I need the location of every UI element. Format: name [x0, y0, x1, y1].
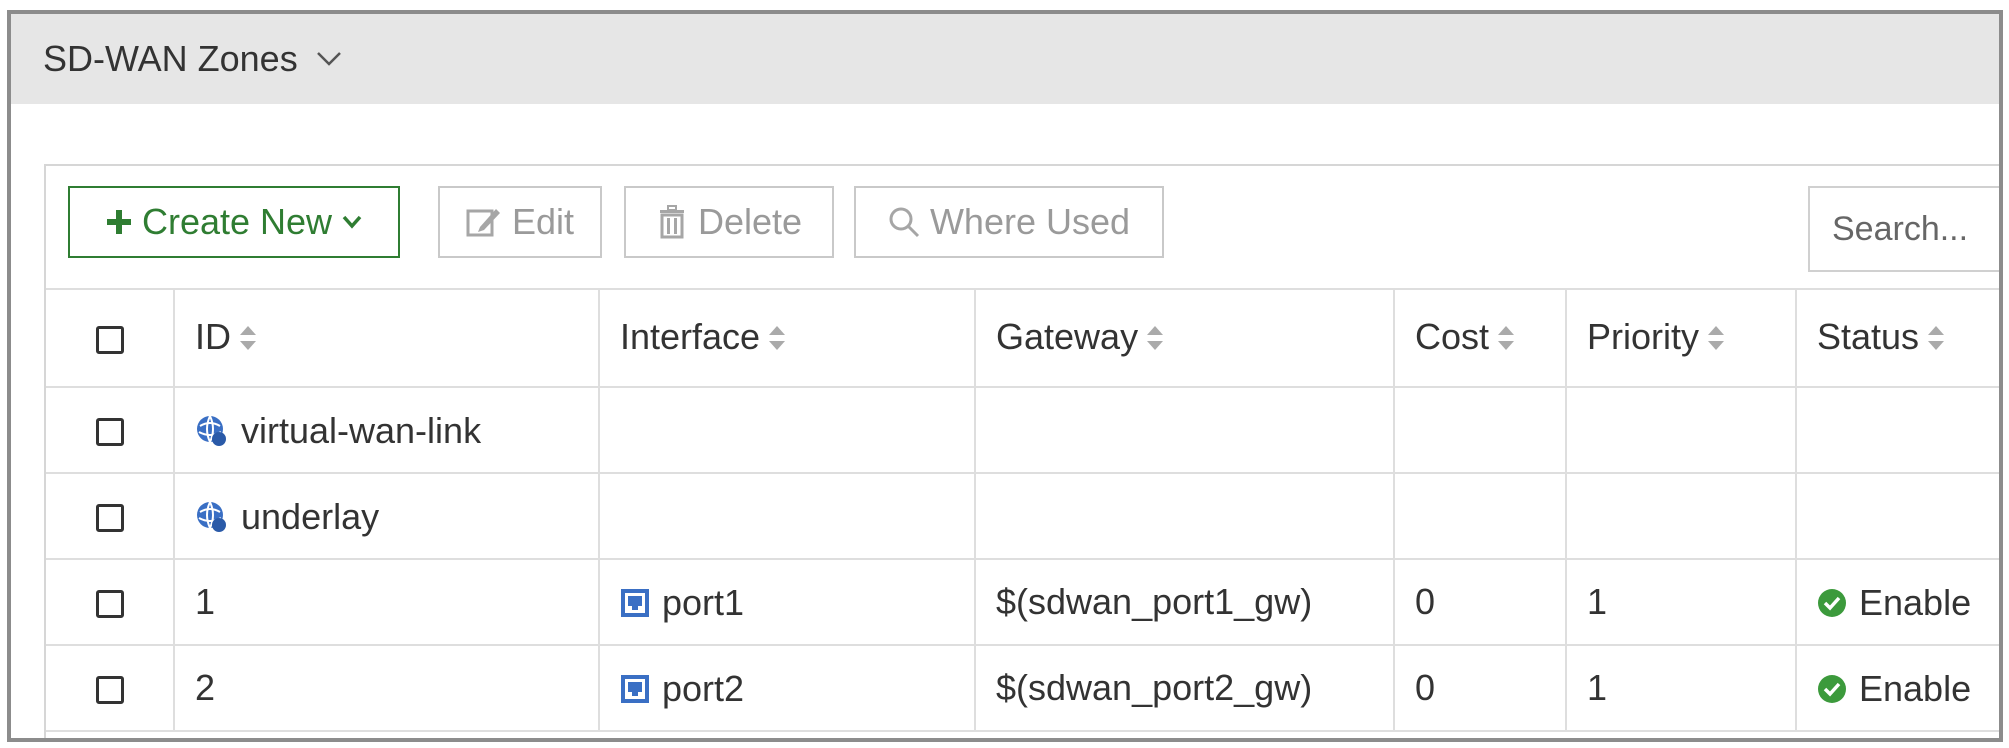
chevron-down-icon — [342, 215, 362, 229]
search-input[interactable]: Search... — [1808, 186, 1999, 272]
edit-label: Edit — [511, 201, 575, 242]
column-label: ID — [195, 315, 231, 357]
chevron-down-icon[interactable] — [316, 51, 342, 67]
cost-cell — [1393, 386, 1567, 474]
table-row[interactable]: underlay — [46, 472, 1999, 560]
priority-cell: 1 — [1565, 644, 1797, 732]
status-text: Enable — [1859, 668, 1972, 710]
zones-panel: Create New Edit Delete Where Used Search… — [44, 164, 1999, 738]
column-header-priority[interactable]: Priority — [1565, 288, 1797, 388]
column-label: Priority — [1587, 315, 1700, 357]
table-row[interactable]: 2 port2 $(sdwan_port2_gw) 0 1 Enable — [46, 644, 1999, 732]
gateway-cell: $(sdwan_port2_gw) — [974, 644, 1395, 732]
sort-icon[interactable] — [1707, 318, 1725, 360]
column-header-status[interactable]: Status — [1795, 288, 1999, 388]
row-checkbox[interactable] — [95, 676, 124, 705]
gateway-cell — [974, 386, 1395, 474]
sort-icon[interactable] — [1927, 318, 1945, 360]
status-cell — [1795, 472, 1999, 560]
select-all-checkbox[interactable] — [95, 326, 124, 355]
create-new-label: Create New — [141, 201, 333, 242]
section-title: SD-WAN Zones — [43, 38, 298, 79]
sdwan-zones-window: SD-WAN Zones Create New Edit Delete Wher… — [7, 10, 2003, 742]
sort-icon[interactable] — [768, 318, 786, 360]
interface-cell — [598, 386, 976, 474]
column-label: Status — [1817, 315, 1920, 357]
check-circle-icon — [1818, 589, 1846, 618]
column-label: Interface — [620, 315, 761, 357]
row-select-cell[interactable] — [46, 644, 175, 732]
column-header-cost[interactable]: Cost — [1393, 288, 1567, 388]
sort-icon[interactable] — [239, 318, 257, 360]
interface-cell — [598, 472, 976, 560]
search-icon — [889, 207, 920, 238]
row-checkbox[interactable] — [95, 590, 124, 619]
column-label: Cost — [1415, 315, 1490, 357]
edit-icon — [466, 209, 500, 237]
cost-cell: 0 — [1393, 558, 1567, 646]
where-used-label: Where Used — [929, 201, 1131, 242]
create-new-button[interactable]: Create New — [68, 186, 400, 258]
priority-cell — [1565, 386, 1797, 474]
check-circle-icon — [1818, 675, 1846, 704]
row-select-cell[interactable] — [46, 472, 175, 560]
trash-icon — [659, 205, 684, 239]
sort-icon[interactable] — [1497, 318, 1515, 360]
row-checkbox[interactable] — [95, 418, 124, 447]
interface-text: port1 — [662, 582, 745, 624]
search-placeholder: Search... — [1832, 209, 1969, 248]
delete-button[interactable]: Delete — [624, 186, 834, 258]
table-header-row: ID Interface Gateway Cost Priority Statu… — [46, 288, 1999, 388]
zones-table: ID Interface Gateway Cost Priority Statu… — [46, 288, 1999, 732]
status-text: Enable — [1859, 582, 1972, 624]
cost-cell — [1393, 472, 1567, 560]
id-cell: 1 — [173, 558, 600, 646]
column-header-gateway[interactable]: Gateway — [974, 288, 1395, 388]
zone-icon — [197, 415, 226, 447]
row-select-cell[interactable] — [46, 558, 175, 646]
table-row[interactable]: virtual-wan-link — [46, 386, 1999, 474]
column-label: Gateway — [996, 315, 1139, 357]
column-header-id[interactable]: ID — [173, 288, 600, 388]
id-text: underlay — [241, 496, 380, 538]
select-all-cell[interactable] — [46, 288, 175, 388]
id-text: virtual-wan-link — [241, 410, 482, 452]
delete-label: Delete — [697, 201, 803, 242]
id-cell: underlay — [173, 472, 600, 560]
status-cell: Enable — [1795, 558, 1999, 646]
priority-cell: 1 — [1565, 558, 1797, 646]
row-select-cell[interactable] — [46, 386, 175, 474]
zone-icon — [197, 501, 226, 533]
edit-button[interactable]: Edit — [438, 186, 602, 258]
port-icon — [621, 589, 649, 618]
row-checkbox[interactable] — [95, 504, 124, 533]
port-icon — [621, 675, 649, 704]
interface-cell: port1 — [598, 558, 976, 646]
interface-cell: port2 — [598, 644, 976, 732]
sort-icon[interactable] — [1146, 318, 1164, 360]
priority-cell — [1565, 472, 1797, 560]
cost-cell: 0 — [1393, 644, 1567, 732]
toolbar: Create New Edit Delete Where Used Search… — [46, 166, 1999, 288]
id-cell: 2 — [173, 644, 600, 732]
id-cell: virtual-wan-link — [173, 386, 600, 474]
table-row[interactable]: 1 port1 $(sdwan_port1_gw) 0 1 Enable — [46, 558, 1999, 646]
plus-icon — [106, 210, 131, 234]
gateway-cell — [974, 472, 1395, 560]
column-header-interface[interactable]: Interface — [598, 288, 976, 388]
status-cell: Enable — [1795, 644, 1999, 732]
gateway-cell: $(sdwan_port1_gw) — [974, 558, 1395, 646]
where-used-button[interactable]: Where Used — [854, 186, 1164, 258]
interface-text: port2 — [662, 668, 745, 710]
section-header[interactable]: SD-WAN Zones — [11, 14, 1999, 104]
status-cell — [1795, 386, 1999, 474]
